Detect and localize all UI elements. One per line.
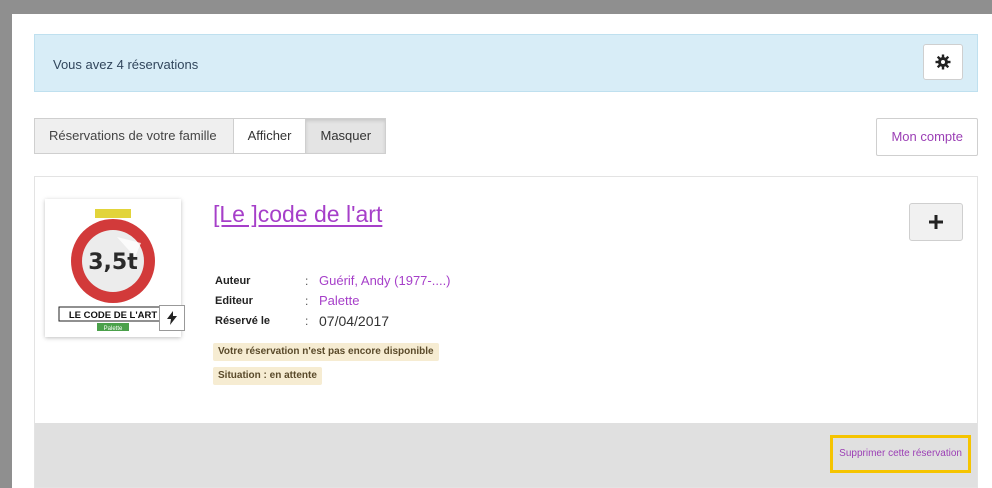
book-title-link[interactable]: [Le ]code de l'art: [213, 201, 382, 228]
field-separator: :: [305, 294, 309, 308]
reserved-date-row: Réservé le : 07/04/2017: [215, 311, 451, 331]
cover-title-text: LE CODE DE L'ART: [69, 310, 157, 321]
reservations-page: Vous avez 4 réservations Réservations de…: [12, 14, 992, 488]
delete-reservation-link[interactable]: Supprimer cette réservation: [830, 435, 971, 473]
settings-button[interactable]: [923, 44, 963, 80]
field-separator: :: [305, 314, 309, 328]
window-frame-top: [0, 0, 992, 14]
field-separator: :: [305, 274, 309, 288]
reservation-card: 3,5t LE CODE DE L'ART Palette [Le ]code …: [34, 176, 978, 488]
waiting-status-badge: Situation : en attente: [213, 367, 322, 385]
gear-icon: [935, 54, 951, 70]
reservation-details: Auteur : Guérif, Andy (1977-....) Editeu…: [215, 271, 451, 331]
reserved-date-label: Réservé le: [215, 315, 271, 327]
book-cover[interactable]: 3,5t LE CODE DE L'ART Palette: [45, 199, 185, 337]
publisher-row: Editeur : Palette: [215, 291, 451, 311]
my-account-button[interactable]: Mon compte: [876, 118, 978, 156]
family-reservations-toggle: Réservations de votre famille Afficher M…: [34, 118, 387, 154]
show-family-button[interactable]: Afficher: [233, 118, 307, 154]
cover-sign-text: 3,5t: [88, 250, 138, 275]
window-frame-left: [0, 0, 12, 488]
publisher-label: Editeur: [215, 295, 253, 307]
author-link[interactable]: Guérif, Andy (1977-....): [319, 271, 451, 291]
reserved-date-value: 07/04/2017: [319, 313, 390, 329]
expand-details-button[interactable]: [909, 203, 963, 241]
lightning-icon: [167, 311, 177, 325]
publisher-link[interactable]: Palette: [319, 291, 359, 311]
reservations-count-banner: Vous avez 4 réservations: [34, 34, 978, 92]
reservations-count-text: Vous avez 4 réservations: [53, 57, 199, 72]
availability-status-badge: Votre réservation n'est pas encore dispo…: [213, 343, 439, 361]
quick-action-button[interactable]: [159, 305, 185, 331]
cover-publisher-badge: Palette: [104, 326, 123, 332]
hide-family-button[interactable]: Masquer: [306, 118, 387, 154]
author-label: Auteur: [215, 275, 251, 287]
family-reservations-label: Réservations de votre famille: [34, 118, 234, 154]
author-row: Auteur : Guérif, Andy (1977-....): [215, 271, 451, 291]
reservation-card-footer: Supprimer cette réservation: [35, 423, 977, 487]
plus-icon: [929, 215, 943, 229]
